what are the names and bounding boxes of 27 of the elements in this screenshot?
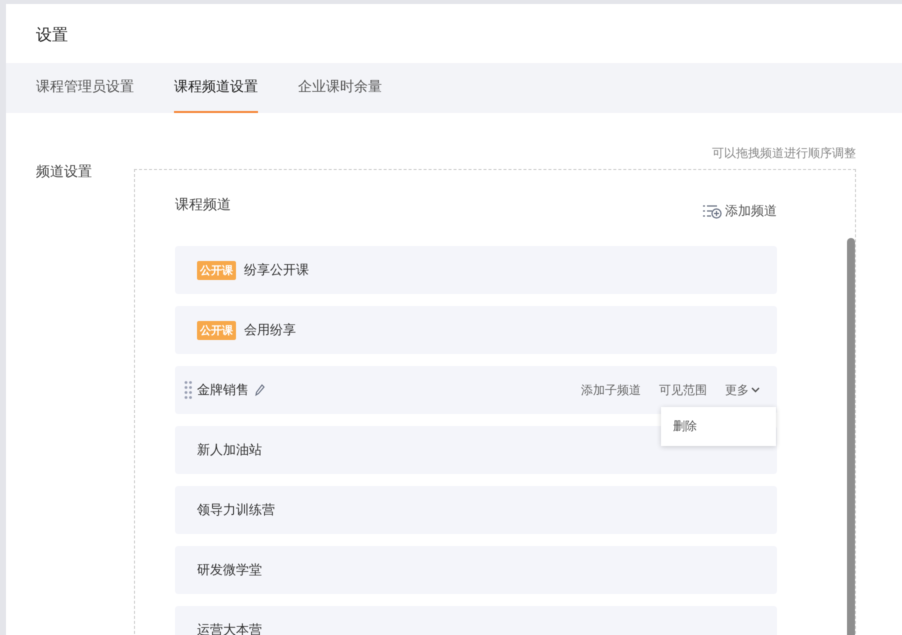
list-add-icon [702,203,722,219]
channel-row[interactable]: 公开课 纷享公开课 [175,246,777,294]
tab[interactable]: 课程管理员设置 [36,63,134,113]
row-action-link[interactable]: 添加子频道 [581,382,641,398]
channel-row[interactable]: 公开课 会用纷享 [175,306,777,354]
tab[interactable]: 企业课时余量 [298,63,382,113]
section-label: 频道设置 [36,163,93,182]
tab[interactable]: 课程频道设置 [174,63,258,113]
channel-name: 纷享公开课 [244,262,309,279]
pencil-icon[interactable] [255,384,265,396]
panel-title: 课程频道 [175,196,231,214]
channel-name: 领导力训练营 [197,502,275,519]
chevron-down-icon [751,387,760,393]
channel-row[interactable]: 研发微学堂 [175,546,777,594]
channel-row[interactable]: 领导力训练营 [175,486,777,534]
channel-name: 研发微学堂 [197,562,262,579]
page-title: 设置 [35,24,69,46]
more-dropdown[interactable]: 更多 [725,382,760,398]
channel-name: 金牌销售 [197,382,249,399]
tag-badge: 公开课 [197,320,236,340]
row-action-link[interactable]: 可见范围 [659,382,707,398]
add-channel-button[interactable]: 添加频道 [702,202,777,220]
hint-text: 可以拖拽频道进行顺序调整 [712,145,856,162]
drag-handle-icon[interactable] [184,381,192,399]
tag-badge: 公开课 [197,260,236,280]
channel-name: 会用纷享 [244,322,296,339]
scrollbar[interactable] [847,238,855,635]
